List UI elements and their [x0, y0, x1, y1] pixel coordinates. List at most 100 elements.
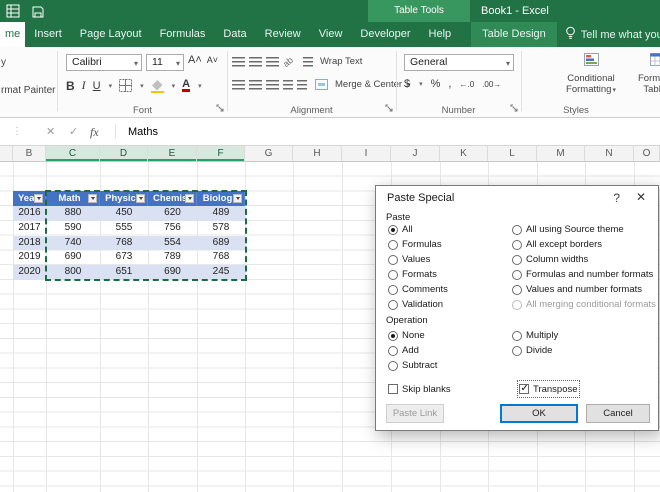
alignment-dialog-launcher[interactable]: [385, 104, 393, 115]
cell[interactable]: 620: [148, 206, 197, 221]
cell[interactable]: 689: [197, 236, 245, 251]
percent-style-button[interactable]: %: [431, 78, 441, 90]
column-header-F[interactable]: F: [197, 146, 245, 161]
cell[interactable]: 2017: [13, 221, 46, 236]
radio-subtract[interactable]: Subtract: [388, 358, 437, 373]
cell[interactable]: 789: [148, 250, 197, 265]
comma-style-button[interactable]: ,: [448, 78, 451, 90]
align-bottom-icon[interactable]: [266, 57, 279, 67]
cell[interactable]: 2016: [13, 206, 46, 221]
wrap-text-icon[interactable]: [303, 57, 313, 67]
formula-bar-value[interactable]: Maths: [128, 118, 158, 146]
formula-cancel-button[interactable]: ✕: [46, 118, 55, 146]
wrap-text-label[interactable]: Wrap Text: [320, 56, 362, 67]
tab-view[interactable]: View: [310, 22, 352, 47]
header-cell-biology[interactable]: Biolog: [197, 191, 245, 206]
underline-button[interactable]: U: [93, 80, 101, 92]
filter-dropdown-icon[interactable]: [185, 194, 194, 203]
column-header-D[interactable]: D: [100, 146, 148, 161]
number-dialog-launcher[interactable]: [510, 104, 518, 115]
insert-function-button[interactable]: fx: [90, 118, 99, 146]
dialog-help-button[interactable]: ?: [613, 191, 620, 205]
italic-button[interactable]: I: [82, 78, 86, 93]
radio-all[interactable]: All: [388, 222, 448, 237]
tab-help[interactable]: Help: [420, 22, 461, 47]
column-header-B[interactable]: B: [13, 146, 46, 161]
radio-values[interactable]: Values: [388, 252, 448, 267]
decrease-indent-icon[interactable]: [283, 80, 293, 90]
cell[interactable]: 489: [197, 206, 245, 221]
header-cell-year[interactable]: Year: [13, 191, 46, 206]
column-header-M[interactable]: M: [537, 146, 585, 161]
cell[interactable]: 800: [46, 265, 100, 280]
cell[interactable]: 578: [197, 221, 245, 236]
cell[interactable]: 690: [148, 265, 197, 280]
borders-dropdown-caret[interactable]: ▾: [140, 82, 144, 90]
format-as-table-button[interactable]: Format a Table▾: [627, 51, 660, 96]
cell[interactable]: 756: [148, 221, 197, 236]
tab-insert[interactable]: Insert: [25, 22, 71, 47]
font-size-combo[interactable]: 11: [146, 54, 184, 71]
font-color-dropdown-caret[interactable]: ▾: [198, 82, 202, 90]
cell[interactable]: 768: [197, 250, 245, 265]
radio-all-except-borders[interactable]: All except borders: [512, 237, 656, 252]
tab-data[interactable]: Data: [214, 22, 255, 47]
align-center-icon[interactable]: [249, 80, 262, 90]
align-left-icon[interactable]: [232, 80, 245, 90]
tab-formulas[interactable]: Formulas: [151, 22, 215, 47]
column-header-I[interactable]: I: [342, 146, 391, 161]
column-header-G[interactable]: G: [245, 146, 293, 161]
cancel-button[interactable]: Cancel: [586, 404, 650, 423]
underline-dropdown-caret[interactable]: ▾: [109, 82, 113, 90]
decrease-decimal-button[interactable]: .00→: [482, 80, 501, 89]
column-header-L[interactable]: L: [488, 146, 537, 161]
tab-developer[interactable]: Developer: [351, 22, 419, 47]
increase-indent-icon[interactable]: [297, 80, 307, 90]
radio-formulas-and-number-formats[interactable]: Formulas and number formats: [512, 267, 656, 282]
radio-formats[interactable]: Formats: [388, 267, 448, 282]
skip-blanks-checkbox[interactable]: Skip blanks: [388, 382, 451, 396]
cell[interactable]: 554: [148, 236, 197, 251]
column-header-C[interactable]: C: [46, 146, 100, 161]
align-right-icon[interactable]: [266, 80, 279, 90]
column-header-E[interactable]: E: [148, 146, 197, 161]
radio-values-and-number-formats[interactable]: Values and number formats: [512, 282, 656, 297]
filter-dropdown-icon[interactable]: [136, 194, 145, 203]
radio-validation[interactable]: Validation: [388, 297, 448, 312]
dialog-close-button[interactable]: ✕: [636, 190, 646, 204]
ok-button[interactable]: OK: [500, 404, 578, 423]
radio-comments[interactable]: Comments: [388, 282, 448, 297]
cell[interactable]: 690: [46, 250, 100, 265]
copy-button-partial[interactable]: y: [1, 57, 6, 68]
bold-button[interactable]: B: [66, 79, 75, 93]
header-cell-physics[interactable]: Physic: [100, 191, 148, 206]
align-middle-icon[interactable]: [249, 57, 262, 67]
column-header-J[interactable]: J: [391, 146, 440, 161]
filter-dropdown-icon[interactable]: [34, 194, 43, 203]
radio-divide[interactable]: Divide: [512, 343, 558, 358]
tab-review[interactable]: Review: [256, 22, 310, 47]
radio-all-using-source-theme[interactable]: All using Source theme: [512, 222, 656, 237]
namebox-divider-dots[interactable]: ⋮: [12, 118, 22, 146]
format-painter-button-partial[interactable]: rmat Painter: [1, 85, 55, 96]
header-cell-math[interactable]: Math: [46, 191, 100, 206]
column-header-H[interactable]: H: [293, 146, 342, 161]
borders-button[interactable]: [119, 79, 132, 92]
font-dialog-launcher[interactable]: [216, 104, 224, 115]
cell[interactable]: 245: [197, 265, 245, 280]
radio-formulas[interactable]: Formulas: [388, 237, 448, 252]
column-header-K[interactable]: K: [440, 146, 488, 161]
formula-enter-button[interactable]: ✓: [69, 118, 78, 146]
tell-me[interactable]: Tell me what you want to do: [565, 22, 660, 47]
cell[interactable]: 673: [100, 250, 148, 265]
column-header-O[interactable]: O: [634, 146, 660, 161]
cell[interactable]: 740: [46, 236, 100, 251]
cell[interactable]: 2020: [13, 265, 46, 280]
align-top-icon[interactable]: [232, 57, 245, 67]
accounting-format-button[interactable]: $: [404, 78, 410, 90]
cell[interactable]: 768: [100, 236, 148, 251]
cell[interactable]: 450: [100, 206, 148, 221]
accounting-dropdown-caret[interactable]: ▾: [419, 80, 423, 88]
radio-column-widths[interactable]: Column widths: [512, 252, 656, 267]
fill-color-button[interactable]: [151, 79, 164, 93]
